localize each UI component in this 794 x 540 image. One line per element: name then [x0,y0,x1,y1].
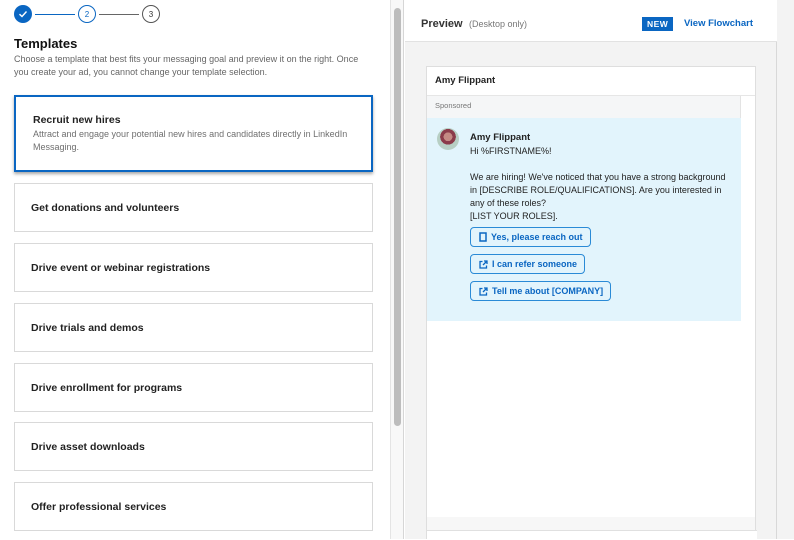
reply-button-refer-someone[interactable]: I can refer someone [470,254,586,274]
scrollbar-thumb[interactable] [394,8,401,426]
preview-panel: Preview (Desktop only) NEW View Flowchar… [405,0,794,540]
stepper: 2 3 [14,5,160,23]
sponsored-label: Sponsored [435,101,472,110]
sender-name: Amy Flippant [470,132,531,143]
preview-header: Preview (Desktop only) NEW View Flowchar… [405,0,777,42]
template-title: Offer professional services [31,500,167,513]
templates-title: Templates [14,36,78,51]
preview-frame-border [776,42,777,539]
avatar [437,128,459,150]
reply-button-tell-me-about-company[interactable]: Tell me about [COMPANY] [470,281,612,301]
external-link-icon [479,286,488,296]
message-header-name: Amy Flippant [427,67,755,96]
message-preview: Amy Flippant Sponsored Amy Flippant Hi %… [426,66,757,540]
preview-subtitle: (Desktop only) [469,19,528,29]
new-badge: NEW [642,17,674,31]
message-thread-space [427,321,741,517]
templates-description: Choose a template that best fits your me… [14,54,359,77]
checkmark-icon [19,11,28,18]
template-title: Drive asset downloads [31,440,145,453]
template-title: Get donations and volunteers [31,201,180,214]
step-1-complete[interactable] [14,5,32,23]
message-bubble: Amy Flippant Hi %FIRSTNAME%! We are hiri… [427,118,741,321]
template-title: Recruit new hires [33,113,121,126]
external-link-icon [479,259,488,269]
template-title: Drive event or webinar registrations [31,261,211,274]
template-card-trials-demos[interactable]: Drive trials and demos [14,303,373,352]
template-card-recruit-new-hires[interactable]: Recruit new hires Attract and engage you… [14,95,373,172]
preview-title: Preview [421,18,463,30]
template-card-donations[interactable]: Get donations and volunteers [14,183,373,232]
template-card-professional-services[interactable]: Offer professional services [14,482,373,531]
document-icon [479,232,487,242]
reply-label: Yes, please reach out [491,232,583,242]
template-title: Drive trials and demos [31,321,144,334]
step-3[interactable]: 3 [142,5,160,23]
message-footer-gap [427,517,755,530]
step-2[interactable]: 2 [78,5,96,23]
view-flowchart-link[interactable]: View Flowchart [684,18,753,29]
reply-button-yes-reach-out[interactable]: Yes, please reach out [470,227,591,247]
template-card-enrollment[interactable]: Drive enrollment for programs [14,363,373,412]
scrollbar[interactable] [390,0,404,539]
reply-label: I can refer someone [492,259,578,269]
template-panel: 2 3 Templates Choose a template that bes… [0,0,390,539]
template-description: Attract and engage your potential new hi… [33,128,348,152]
template-title: Drive enrollment for programs [31,381,183,394]
step-connector [99,13,139,15]
template-card-asset-downloads[interactable]: Drive asset downloads [14,422,373,471]
template-card-event-registrations[interactable]: Drive event or webinar registrations [14,243,373,292]
reply-label: Tell me about [COMPANY] [492,286,604,296]
message-body-area: Sponsored Amy Flippant Hi %FIRSTNAME%! W… [427,96,741,517]
message-text: Hi %FIRSTNAME%! We are hiring! We've not… [470,146,726,221]
step-connector [35,13,75,15]
